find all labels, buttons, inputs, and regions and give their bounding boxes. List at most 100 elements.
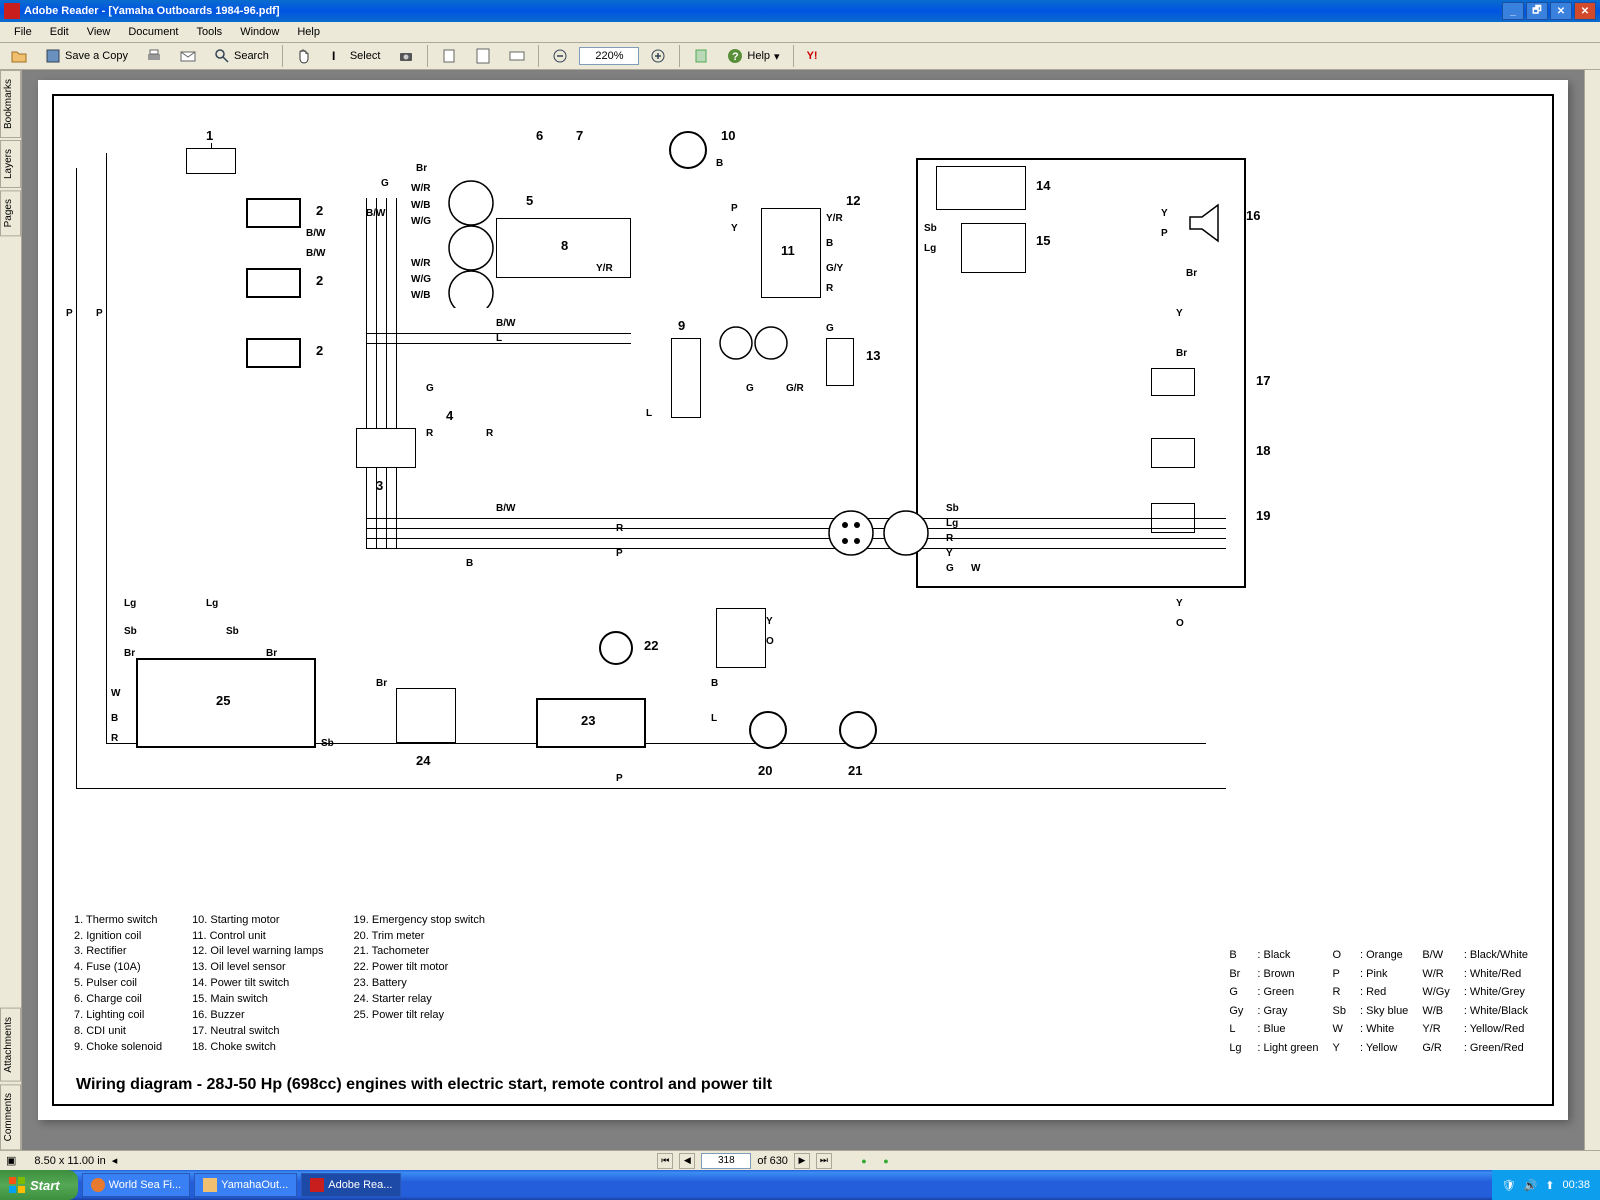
hand-tool[interactable]: [289, 45, 319, 67]
zoom-in-button[interactable]: [643, 45, 673, 67]
reading-button[interactable]: [686, 45, 716, 67]
tray-icon[interactable]: ⬆: [1545, 1179, 1554, 1192]
menu-document[interactable]: Document: [120, 24, 186, 40]
taskbar-item[interactable]: World Sea Fi...: [82, 1173, 191, 1197]
diagram-caption: Wiring diagram - 28J-50 Hp (698cc) engin…: [76, 1076, 772, 1094]
wire-label: Br: [124, 648, 135, 659]
clock[interactable]: 00:38: [1562, 1179, 1590, 1191]
actual-size-button[interactable]: [434, 45, 464, 67]
prev-page-button[interactable]: ◀: [679, 1153, 695, 1169]
wire-label: R: [426, 428, 433, 439]
svg-text:?: ?: [732, 51, 739, 63]
email-button[interactable]: [173, 45, 203, 67]
svg-text:I: I: [332, 49, 335, 63]
doc-close-button[interactable]: ✕: [1550, 2, 1572, 20]
wire-label: Sb: [924, 223, 937, 234]
first-page-button[interactable]: ⏮: [657, 1153, 673, 1169]
callout-4: 4: [446, 408, 453, 423]
wire-label: Sb: [226, 626, 239, 637]
wire-label: W/R: [411, 258, 430, 269]
forward-button[interactable]: ●: [878, 1153, 894, 1169]
callout-17: 17: [1256, 373, 1270, 388]
wire-label: W/G: [411, 216, 431, 227]
wire-label: Br: [376, 678, 387, 689]
tab-bookmarks[interactable]: Bookmarks: [0, 70, 21, 138]
last-page-button[interactable]: ⏭: [816, 1153, 832, 1169]
window-title: Adobe Reader - [Yamaha Outboards 1984-96…: [24, 5, 1502, 17]
callout-2c: 2: [316, 343, 323, 358]
yahoo-button[interactable]: Y!: [800, 45, 825, 67]
wire-label: G: [946, 563, 954, 574]
wire-label: Y: [1161, 208, 1168, 219]
open-button[interactable]: [4, 45, 34, 67]
menu-file[interactable]: File: [6, 24, 40, 40]
tray-icon[interactable]: 🛡: [1502, 1179, 1516, 1192]
select-tool[interactable]: ISelect: [323, 45, 388, 67]
wire-label: R: [486, 428, 493, 439]
wire-label: G/R: [786, 383, 804, 394]
tab-attachments[interactable]: Attachments: [0, 1008, 21, 1082]
page-total: of 630: [757, 1155, 788, 1167]
start-button[interactable]: Start: [0, 1170, 78, 1200]
page-number-input[interactable]: [701, 1153, 751, 1169]
zoom-out-button[interactable]: [545, 45, 575, 67]
restore-button[interactable]: 🗗: [1526, 2, 1548, 20]
back-button[interactable]: ●: [856, 1153, 872, 1169]
tab-comments[interactable]: Comments: [0, 1084, 21, 1150]
fit-width-button[interactable]: [502, 45, 532, 67]
callout-7: 7: [576, 128, 583, 143]
scrollbar-vertical[interactable]: [1584, 70, 1600, 1150]
search-button[interactable]: Search: [207, 45, 276, 67]
connector-icon: [826, 503, 936, 563]
wire-label: Lg: [124, 598, 136, 609]
tach-icon: [836, 708, 880, 752]
minimize-button[interactable]: _: [1502, 2, 1524, 20]
pdf-page: P P P 1 2 2 2 B/W B/W: [38, 80, 1568, 1120]
system-tray[interactable]: 🛡 🔊 ⬆ 00:38: [1492, 1170, 1600, 1200]
wire-label: Y/R: [596, 263, 613, 274]
callout-10: 10: [721, 128, 735, 143]
buzzer-icon: [1186, 203, 1236, 243]
callout-13: 13: [866, 348, 880, 363]
wire-label: B/W: [496, 318, 515, 329]
taskbar-item-active[interactable]: Adobe Rea...: [301, 1173, 401, 1197]
wire-label: R: [111, 733, 118, 744]
title-bar: Adobe Reader - [Yamaha Outboards 1984-96…: [0, 0, 1600, 22]
tool-icon: ▣: [6, 1154, 16, 1167]
menu-view[interactable]: View: [79, 24, 119, 40]
fit-page-button[interactable]: [468, 45, 498, 67]
wire-label: G/Y: [826, 263, 843, 274]
wire-label: P: [1161, 228, 1168, 239]
wire-label: Sb: [946, 503, 959, 514]
document-viewer[interactable]: P P P 1 2 2 2 B/W B/W: [22, 70, 1584, 1150]
wire-label: Sb: [321, 738, 334, 749]
callout-18: 18: [1256, 443, 1270, 458]
callout-14: 14: [1036, 178, 1050, 193]
tab-layers[interactable]: Layers: [0, 140, 21, 188]
tray-icon[interactable]: 🔊: [1524, 1179, 1538, 1192]
menu-edit[interactable]: Edit: [42, 24, 77, 40]
zoom-input[interactable]: [579, 47, 639, 65]
taskbar-item[interactable]: YamahaOut...: [194, 1173, 297, 1197]
next-page-button[interactable]: ▶: [794, 1153, 810, 1169]
tab-pages[interactable]: Pages: [0, 190, 21, 236]
wire-label: P: [731, 203, 738, 214]
motor-icon: [666, 128, 710, 172]
lamps-icon: [716, 318, 806, 378]
callout-15: 15: [1036, 233, 1050, 248]
print-button[interactable]: [139, 45, 169, 67]
close-button[interactable]: ✕: [1574, 2, 1596, 20]
menu-window[interactable]: Window: [232, 24, 287, 40]
menu-tools[interactable]: Tools: [189, 24, 231, 40]
wire-label: Y: [1176, 598, 1183, 609]
wire-label: G: [426, 383, 434, 394]
color-key: B: BlackO: OrangeB/W: Black/White Br: Br…: [1229, 947, 1528, 1056]
wire-label: B: [826, 238, 833, 249]
callout-2b: 2: [316, 273, 323, 288]
callout-2: 2: [316, 203, 323, 218]
help-button[interactable]: ?Help▾: [720, 45, 786, 67]
snapshot-tool[interactable]: [391, 45, 421, 67]
save-copy-button[interactable]: Save a Copy: [38, 45, 135, 67]
side-tabs-left: Bookmarks Layers Pages Attachments Comme…: [0, 70, 22, 1150]
menu-help[interactable]: Help: [289, 24, 328, 40]
